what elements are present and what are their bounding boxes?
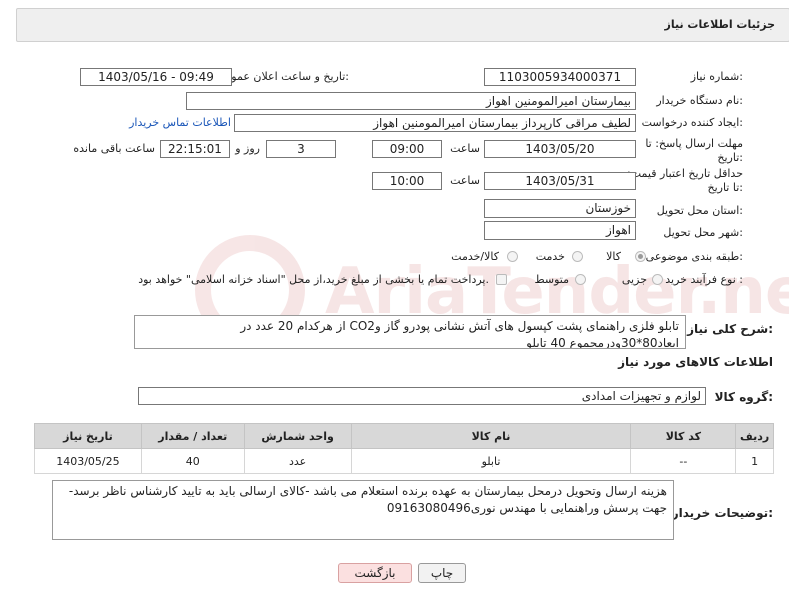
province-field[interactable]: خوزستان: [484, 199, 636, 218]
table-header-row: تاریخ نیاز تعداد / مقدار واحد شمارش نام …: [34, 423, 774, 449]
process-label: نوع فرآیند خرید :: [665, 273, 743, 286]
buyer-org-label: نام دستگاه خریدار:: [656, 94, 743, 107]
category-goods-radio[interactable]: [635, 251, 646, 262]
process-minor-radio[interactable]: [652, 274, 663, 285]
col-need-date: تاریخ نیاز: [34, 423, 142, 449]
category-goods-service-label: کالا/خدمت: [451, 250, 499, 263]
page-title: جزئیات اطلاعات نیاز: [664, 18, 776, 31]
process-medium-label: متوسط: [534, 273, 569, 286]
min-price-date-field[interactable]: 1403/05/31: [484, 172, 636, 190]
col-unit: واحد شمارش: [243, 423, 352, 449]
remaining-label: ساعت باقی مانده: [73, 142, 155, 155]
announce-label: تاریخ و ساعت اعلان عمومی:: [216, 70, 349, 83]
col-name: نام کالا: [350, 423, 632, 449]
description-textarea[interactable]: تابلو فلزی راهنمای پشت کپسول های آتش نشا…: [134, 315, 686, 349]
table-row[interactable]: 1403/05/25 40 عدد تابلو -- 1: [34, 448, 774, 474]
min-price-time-field[interactable]: 10:00: [372, 172, 442, 190]
province-label: استان محل تحویل:: [656, 204, 743, 217]
goods-group-label: گروه کالا:: [714, 390, 773, 404]
buyer-contact-link[interactable]: اطلاعات تماس خریدار: [129, 116, 231, 130]
announce-field[interactable]: 1403/05/16 - 09:49: [80, 68, 232, 86]
back-button[interactable]: بازگشت: [338, 563, 412, 583]
buyer-org-field[interactable]: بیمارستان امیرالمومنین اهواز: [186, 92, 636, 110]
goods-table: تاریخ نیاز تعداد / مقدار واحد شمارش نام …: [34, 423, 774, 474]
treasury-checkbox[interactable]: [496, 274, 507, 285]
deadline-time-field[interactable]: 09:00: [372, 140, 442, 158]
cell-need-date: 1403/05/25: [34, 448, 142, 474]
description-label: شرح کلی نیاز:: [687, 322, 773, 336]
buyer-notes-textarea[interactable]: هزینه ارسال وتحویل درمحل بیمارستان به عه…: [52, 480, 674, 540]
header-panel: جزئیات اطلاعات نیاز: [16, 8, 789, 42]
cell-code: --: [630, 448, 737, 474]
print-button[interactable]: چاپ: [418, 563, 466, 583]
deadline-date-field[interactable]: 1403/05/20: [484, 140, 636, 158]
goods-group-field[interactable]: لوازم و تجهیزات امدادی: [138, 387, 706, 405]
cell-name: تابلو: [350, 448, 632, 474]
min-price-time-label: ساعت: [450, 174, 480, 187]
deadline-label: مهلت ارسال پاسخ: تا تاریخ:: [645, 137, 743, 164]
treasury-note: پرداخت تمام یا بخشی از مبلغ خرید،از محل …: [138, 273, 489, 286]
col-quantity: تعداد / مقدار: [140, 423, 245, 449]
category-goods-service-radio[interactable]: [507, 251, 518, 262]
deadline-time-label: ساعت: [450, 142, 480, 155]
buyer-notes-label: توضیحات خریدار:: [671, 506, 773, 520]
days-label: روز و: [235, 142, 260, 155]
need-number-field[interactable]: 1103005934000371: [484, 68, 636, 86]
city-label: شهر محل تحویل:: [663, 226, 743, 239]
category-goods-label: کالا: [606, 250, 621, 263]
cell-quantity: 40: [140, 448, 245, 474]
col-row: ردیف: [735, 423, 774, 449]
category-service-label: خدمت: [535, 250, 565, 263]
process-medium-radio[interactable]: [575, 274, 586, 285]
creator-label: ایجاد کننده درخواست:: [641, 116, 743, 129]
min-price-label: حداقل تاریخ اعتبار قیمت: تا تاریخ:: [627, 167, 743, 194]
days-field[interactable]: 3: [266, 140, 336, 158]
city-field[interactable]: اهواز: [484, 221, 636, 240]
category-service-radio[interactable]: [572, 251, 583, 262]
goods-section-title: اطلاعات کالاهای مورد نیاز: [618, 355, 773, 369]
col-code: کد کالا: [630, 423, 737, 449]
cell-unit: عدد: [243, 448, 352, 474]
need-number-label: شماره نیاز:: [690, 70, 743, 83]
process-minor-label: جزیی: [621, 273, 647, 286]
category-label: طبقه بندی موضوعی:: [645, 250, 743, 263]
remaining-time-field[interactable]: 22:15:01: [160, 140, 230, 158]
creator-field[interactable]: لطیف مراقی کارپرداز بیمارستان امیرالمومن…: [234, 114, 636, 132]
cell-row: 1: [735, 448, 774, 474]
